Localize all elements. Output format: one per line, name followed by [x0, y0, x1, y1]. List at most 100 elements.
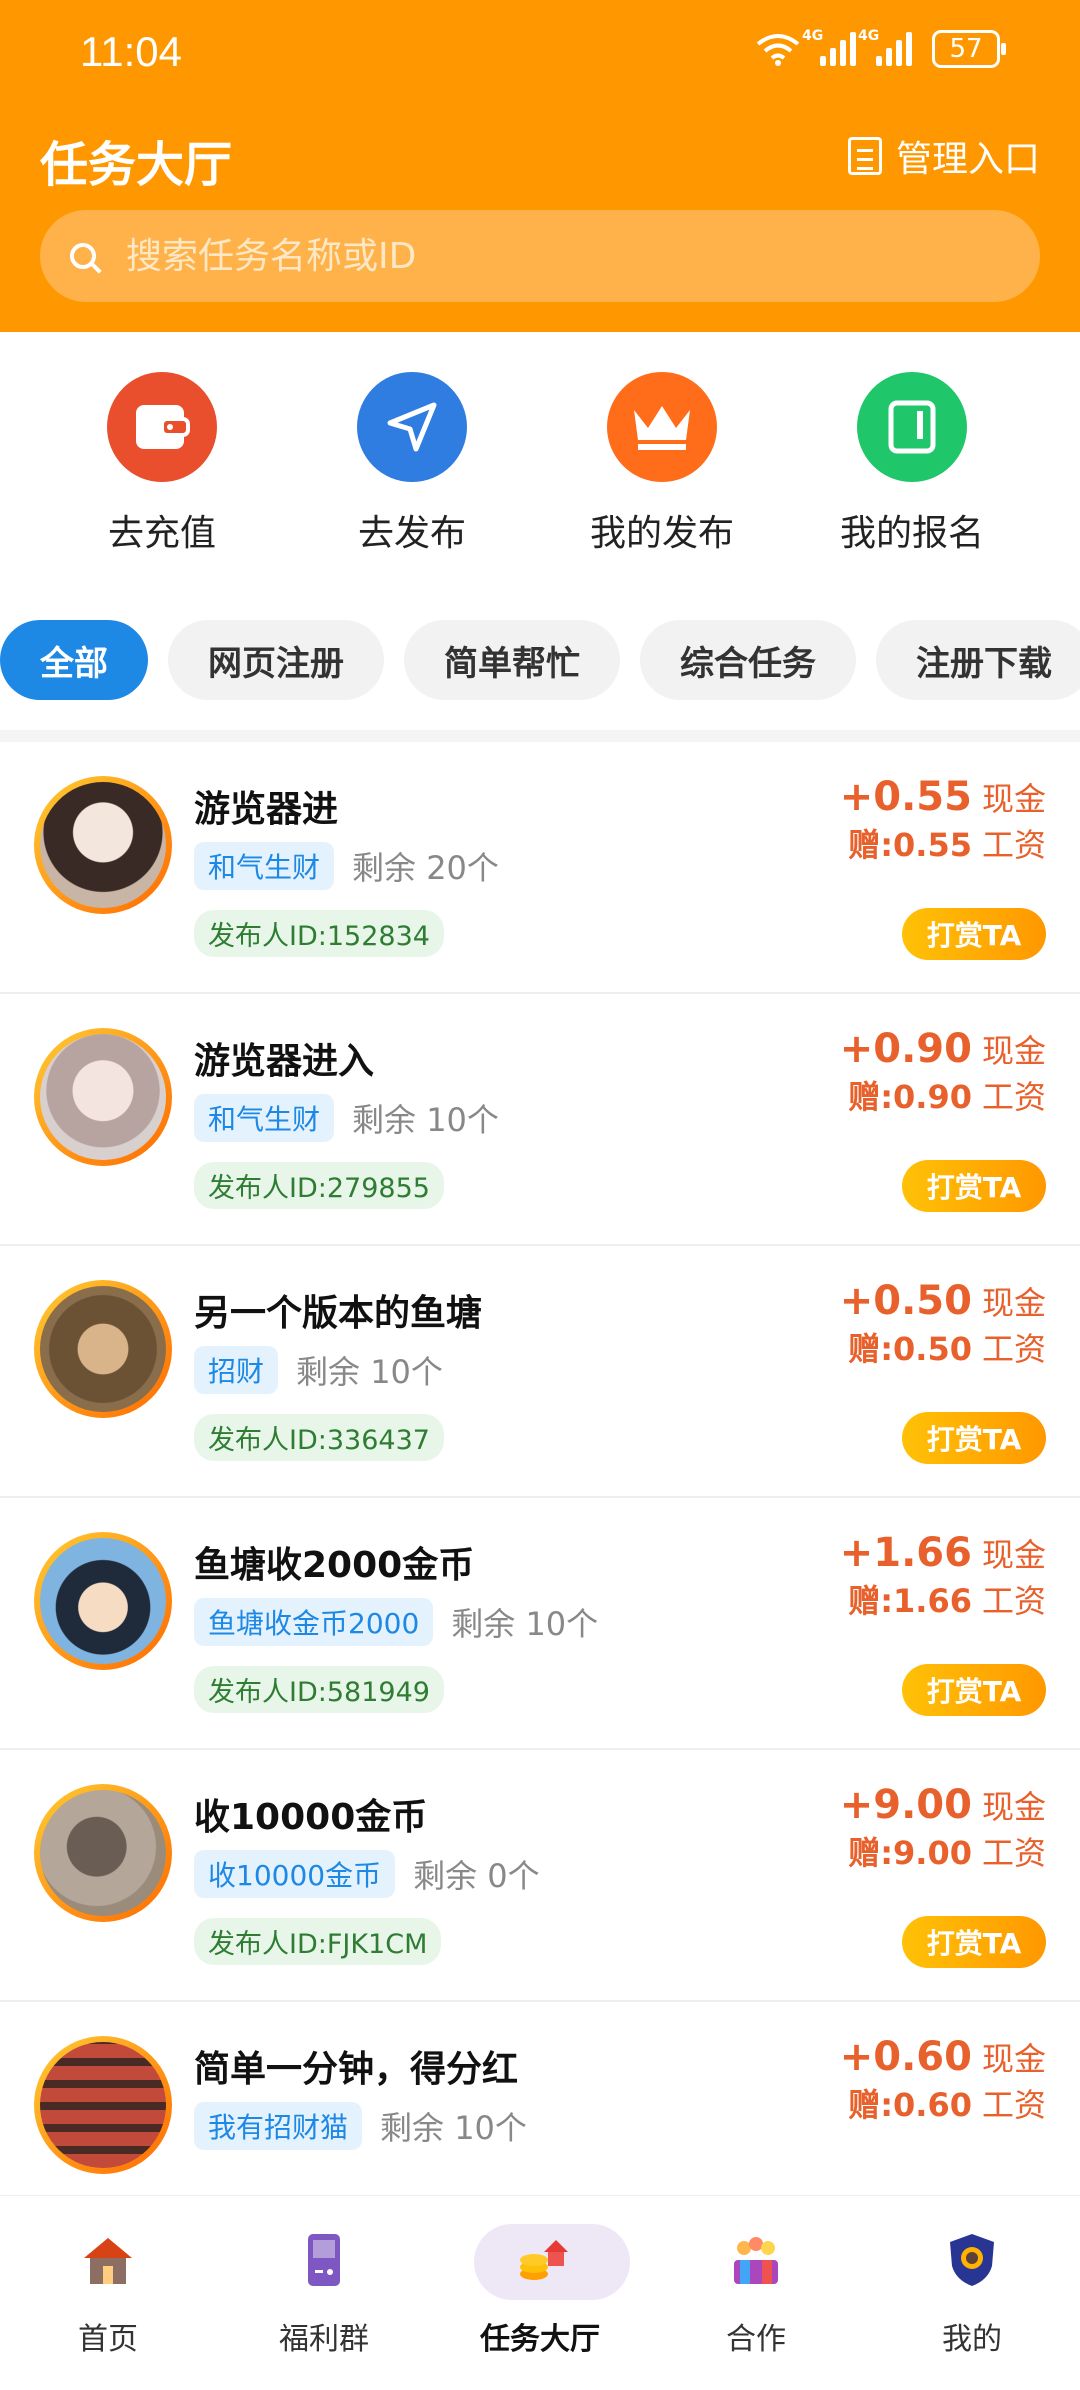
- tab-register-download[interactable]: 注册下载: [876, 620, 1080, 700]
- network-type-label: 4G: [802, 28, 824, 44]
- status-bar: 11:04 4G 4G 57: [0, 0, 1080, 105]
- nav-mine[interactable]: 我的: [864, 2196, 1080, 2390]
- nav-task-hall[interactable]: 任务大厅: [432, 2196, 648, 2390]
- cash-unit: 现金: [981, 1284, 1046, 1322]
- category-tabs: 全部 网页注册 简单帮忙 综合任务 注册下载: [0, 620, 1080, 704]
- tab-web-register[interactable]: 网页注册: [168, 620, 384, 700]
- task-card[interactable]: 另一个版本的鱼塘 招财 剩余 10个 发布人ID:336437 +0.50 现金 …: [0, 1246, 1080, 1498]
- send-icon: [357, 372, 467, 482]
- gift-reward: 赠:9.00: [848, 1834, 972, 1872]
- my-publish-button[interactable]: 我的发布: [552, 372, 772, 556]
- manage-entry-button[interactable]: 管理入口: [847, 130, 1040, 182]
- task-remaining: 剩余 10个: [451, 1605, 599, 1643]
- page-title: 任务大厅: [40, 137, 233, 193]
- task-card[interactable]: 收10000金币 收10000金币 剩余 0个 发布人ID:FJK1CM +9.…: [0, 1750, 1080, 2002]
- search-bar[interactable]: [40, 210, 1040, 302]
- quick-action-label: 我的报名: [839, 513, 984, 554]
- task-remaining: 剩余 10个: [380, 2109, 527, 2147]
- publisher-id: 发布人ID:581949: [194, 1666, 444, 1713]
- task-list[interactable]: 游览器进 和气生财 剩余 20个 发布人ID:152834 +0.55 现金 赠:…: [0, 730, 1080, 2195]
- gift-reward: 赠:0.55: [848, 826, 972, 864]
- gift-unit: 工资: [981, 1834, 1046, 1872]
- nav-label: 福利群: [279, 2322, 369, 2357]
- gift-reward: 赠:0.50: [848, 1330, 972, 1368]
- gift-reward: 赠:0.90: [848, 1078, 972, 1116]
- task-remaining: 剩余 0个: [413, 1857, 540, 1895]
- task-hall-icon: [512, 2232, 568, 2288]
- nav-label: 合作: [726, 2322, 786, 2357]
- publish-button[interactable]: 去发布: [302, 372, 522, 556]
- task-tag: 我有招财猫: [194, 2102, 363, 2150]
- nav-label: 首页: [78, 2322, 138, 2357]
- cash-unit: 现金: [981, 780, 1046, 818]
- nav-cooperation[interactable]: 合作: [648, 2196, 864, 2390]
- tip-button[interactable]: 打赏TA: [902, 908, 1046, 960]
- tip-button[interactable]: 打赏TA: [902, 1412, 1046, 1464]
- tip-button[interactable]: 打赏TA: [902, 1160, 1046, 1212]
- tab-general-task[interactable]: 综合任务: [640, 620, 856, 700]
- cash-reward: +1.66: [839, 1530, 972, 1576]
- signal-icon: 4G: [802, 28, 856, 66]
- task-card[interactable]: 游览器进入 和气生财 剩余 10个 发布人ID:279855 +0.90 现金 赠…: [0, 994, 1080, 1246]
- wifi-icon: [756, 34, 800, 66]
- avatar: [34, 1532, 172, 1670]
- cash-reward: +9.00: [839, 1782, 972, 1828]
- search-icon: [70, 243, 96, 269]
- task-card[interactable]: 简单一分钟，得分红 我有招财猫 剩余 10个 +0.60 现金 赠:0.60 工资: [0, 2002, 1080, 2195]
- task-tag: 招财: [194, 1346, 279, 1394]
- status-time: 11:04: [80, 28, 182, 75]
- avatar: [34, 776, 172, 914]
- cooperation-icon: [728, 2232, 784, 2288]
- cash-reward: +0.55: [839, 774, 972, 820]
- tip-button[interactable]: 打赏TA: [902, 1664, 1046, 1716]
- avatar: [34, 1028, 172, 1166]
- task-tag: 收10000金币: [194, 1850, 396, 1898]
- nav-home[interactable]: 首页: [0, 2196, 216, 2390]
- task-card[interactable]: 鱼塘收2000金币 鱼塘收金币2000 剩余 10个 发布人ID:581949 …: [0, 1498, 1080, 1750]
- task-card[interactable]: 游览器进 和气生财 剩余 20个 发布人ID:152834 +0.55 现金 赠:…: [0, 742, 1080, 994]
- header: 11:04 4G 4G 57 任务大厅 管理入口: [0, 0, 1080, 332]
- tab-simple-help[interactable]: 简单帮忙: [404, 620, 620, 700]
- cash-unit: 现金: [981, 1788, 1046, 1826]
- network-type-label: 4G: [858, 28, 880, 44]
- tip-button[interactable]: 打赏TA: [902, 1916, 1046, 1968]
- gift-reward: 赠:0.60: [848, 2086, 972, 2124]
- cash-reward: +0.50: [839, 1278, 972, 1324]
- quick-action-label: 去发布: [357, 513, 466, 554]
- task-title: 另一个版本的鱼塘: [194, 1293, 483, 1334]
- gameboy-icon: [296, 2232, 352, 2288]
- task-tag: 和气生财: [194, 842, 335, 890]
- battery-icon: 57: [932, 30, 1006, 68]
- cash-unit: 现金: [981, 1032, 1046, 1070]
- wallet-icon: [107, 372, 217, 482]
- quick-action-label: 我的发布: [589, 513, 734, 554]
- status-icons: 4G 4G 57: [756, 28, 1006, 68]
- task-remaining: 剩余 20个: [352, 849, 499, 887]
- manage-entry-label: 管理入口: [895, 139, 1040, 180]
- gift-unit: 工资: [981, 826, 1046, 864]
- gift-reward: 赠:1.66: [848, 1582, 972, 1620]
- nav-welfare-group[interactable]: 福利群: [216, 2196, 432, 2390]
- nav-label: 任务大厅: [480, 2322, 600, 2357]
- document-icon: [847, 137, 882, 175]
- publisher-id: 发布人ID:FJK1CM: [194, 1918, 442, 1965]
- avatar: [34, 1784, 172, 1922]
- tab-all[interactable]: 全部: [0, 620, 148, 700]
- publisher-id: 发布人ID:336437: [194, 1414, 444, 1461]
- cash-reward: +0.60: [839, 2034, 972, 2080]
- recharge-button[interactable]: 去充值: [52, 372, 272, 556]
- task-tag: 鱼塘收金币2000: [194, 1598, 434, 1646]
- avatar: [34, 2036, 172, 2174]
- task-title: 收10000金币: [194, 1797, 428, 1838]
- quick-action-label: 去充值: [107, 513, 216, 554]
- nav-label: 我的: [942, 2322, 1002, 2357]
- crown-icon: [607, 372, 717, 482]
- gift-unit: 工资: [981, 2086, 1046, 2124]
- gift-unit: 工资: [981, 1330, 1046, 1368]
- search-input[interactable]: [126, 235, 926, 277]
- shield-avatar-icon: [944, 2232, 1000, 2288]
- my-signup-button[interactable]: 我的报名: [802, 372, 1022, 556]
- publisher-id: 发布人ID:152834: [194, 910, 444, 957]
- task-tag: 和气生财: [194, 1094, 335, 1142]
- gift-unit: 工资: [981, 1582, 1046, 1620]
